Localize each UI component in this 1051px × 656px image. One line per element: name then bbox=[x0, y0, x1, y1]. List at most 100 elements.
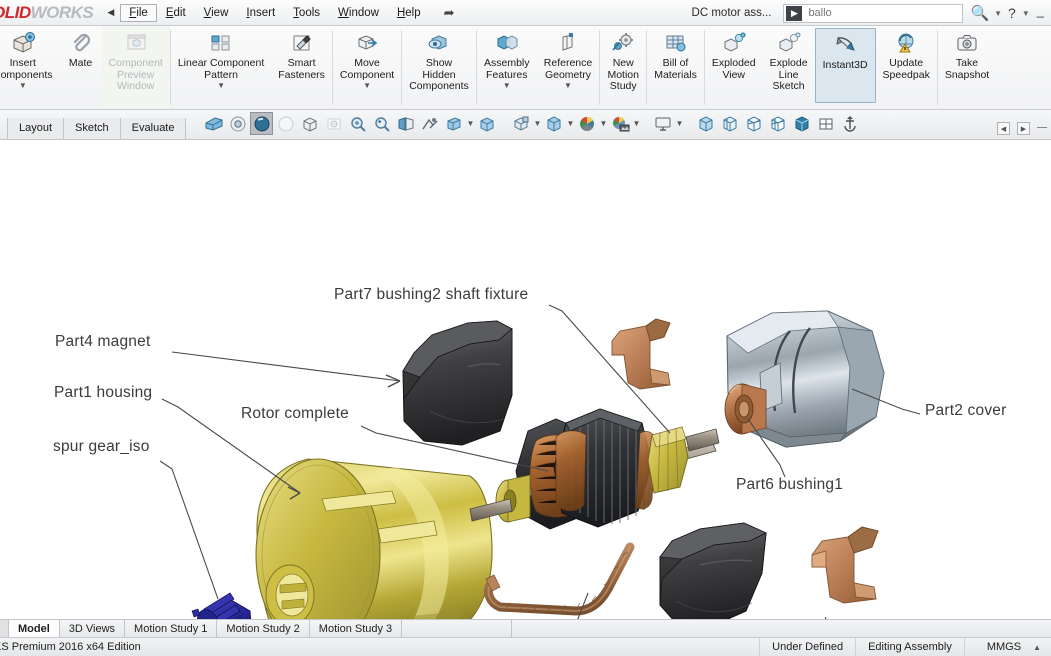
ribbon-button-assembly-features[interactable]: Assembly Features ▼ bbox=[477, 26, 537, 109]
bottom-tab-motion-study-2[interactable]: Motion Study 2 bbox=[217, 620, 310, 637]
rotate-view-icon[interactable] bbox=[370, 112, 393, 135]
edit-appearance-icon[interactable] bbox=[475, 112, 498, 135]
appearances-ball-icon[interactable] bbox=[575, 112, 598, 135]
mate-paperclip-icon bbox=[69, 30, 93, 56]
search-icon[interactable]: 🔍 bbox=[969, 4, 990, 22]
menu-item-view[interactable]: View bbox=[195, 4, 238, 22]
isometric-cube-icon[interactable] bbox=[790, 112, 813, 135]
ribbon-button-linear-component-pattern[interactable]: Linear Component Pattern ▼ bbox=[171, 26, 271, 109]
status-units[interactable]: MMGS bbox=[963, 638, 1027, 656]
linear-pattern-icon bbox=[207, 30, 235, 56]
viewport-two-h-icon[interactable] bbox=[718, 112, 741, 135]
annotation-rotor-complete[interactable]: Rotor complete bbox=[241, 405, 349, 423]
chevron-down-icon[interactable]: ▼ bbox=[675, 119, 684, 128]
ribbon-button-update-speedpak[interactable]: Update Speedpak bbox=[876, 26, 937, 109]
view-settings-icon[interactable] bbox=[418, 112, 441, 135]
tab-bar-grip[interactable] bbox=[0, 620, 9, 637]
ribbon-button-move-component[interactable]: Move Component ▼ bbox=[333, 26, 401, 109]
ribbon-label-bill-of-materials: Bill of Materials bbox=[654, 57, 697, 81]
view-toolbar: ▼ ▼ ▼ ▼ ▼ ▼ bbox=[202, 110, 861, 139]
chevron-down-icon[interactable]: ▼ bbox=[599, 119, 608, 128]
zoom-to-fit-icon[interactable] bbox=[202, 112, 225, 135]
scenes-ball-icon[interactable] bbox=[608, 112, 631, 135]
search-input[interactable] bbox=[806, 6, 963, 20]
minimize-icon[interactable]: _ bbox=[1034, 3, 1047, 23]
annotation-part2-cover[interactable]: Part2 cover bbox=[925, 402, 1006, 420]
previous-view-icon[interactable] bbox=[250, 112, 274, 135]
ribbon-label-show-hidden-components: Show Hidden Components bbox=[409, 57, 469, 92]
search-box[interactable]: ▶ bbox=[783, 3, 964, 23]
menu-item-help[interactable]: Help bbox=[388, 4, 430, 22]
display-state-icon[interactable] bbox=[542, 112, 565, 135]
annotation-part6-bushing1[interactable]: Part6 bushing1 bbox=[736, 476, 843, 494]
tab-layout[interactable]: Layout bbox=[7, 118, 65, 139]
monitor-icon[interactable] bbox=[651, 112, 674, 135]
menu-item-tools[interactable]: Tools bbox=[284, 4, 329, 22]
menu-item-file[interactable]: FFileile bbox=[120, 3, 157, 22]
part-part5-spacer-strap bbox=[483, 542, 635, 616]
annotation-part1-housing[interactable]: Part1 housing bbox=[54, 384, 152, 402]
viewport-two-v-icon[interactable] bbox=[742, 112, 765, 135]
hide-show-items-icon[interactable] bbox=[442, 112, 465, 135]
zoom-to-area-icon[interactable] bbox=[226, 112, 249, 135]
menu-item-insert[interactable]: Insert bbox=[237, 4, 284, 22]
ribbon-button-new-motion-study[interactable]: New Motion Study bbox=[600, 26, 646, 109]
graphics-viewport[interactable]: Part7 bushing2 shaft fixture Part4 magne… bbox=[0, 141, 1051, 619]
chevron-down-icon[interactable]: ▼ bbox=[19, 82, 27, 90]
chevron-down-icon[interactable]: ▼ bbox=[566, 119, 575, 128]
view-setting-cube-icon[interactable] bbox=[509, 112, 532, 135]
bottom-tab-motion-study-3[interactable]: Motion Study 3 bbox=[310, 620, 403, 637]
chevron-down-icon[interactable]: ▼ bbox=[990, 9, 1006, 18]
ribbon-label-insert-components: Insert Components bbox=[0, 57, 53, 81]
help-chevron-down-icon[interactable]: ▼ bbox=[1018, 9, 1034, 18]
menu-item-edit[interactable]: Edit bbox=[157, 4, 195, 22]
ribbon-button-take-snapshot[interactable]: Take Snapshot bbox=[938, 26, 996, 109]
panel-collapse-left-icon[interactable]: ◀ bbox=[997, 122, 1010, 135]
chevron-down-icon[interactable]: ▼ bbox=[217, 82, 225, 90]
bottom-tab-3d-views[interactable]: 3D Views bbox=[60, 620, 126, 637]
chevron-down-icon[interactable]: ▼ bbox=[564, 82, 572, 90]
ribbon-button-component-preview-window: Component Preview Window bbox=[101, 26, 170, 109]
annotation-spur-gear-iso[interactable]: spur gear_iso bbox=[53, 438, 150, 456]
ribbon-button-exploded-view[interactable]: Exploded View bbox=[705, 26, 763, 109]
help-question-icon[interactable]: ? bbox=[1006, 5, 1018, 21]
ribbon-button-show-hidden-components[interactable]: Show Hidden Components bbox=[402, 26, 476, 109]
ribbon-button-bill-of-materials[interactable]: Bill of Materials bbox=[647, 26, 704, 109]
assembly-features-icon bbox=[494, 30, 520, 56]
pin-icon[interactable]: ➦ bbox=[444, 5, 455, 21]
bottom-tab-motion-study-1[interactable]: Motion Study 1 bbox=[125, 620, 218, 637]
zoom-magnifier-icon[interactable] bbox=[346, 112, 369, 135]
ribbon-button-smart-fasteners[interactable]: Smart Fasteners bbox=[271, 26, 332, 109]
annotation-part7-bushing2-shaft-fixture[interactable]: Part7 bushing2 shaft fixture bbox=[334, 286, 528, 304]
viewport-single-icon[interactable] bbox=[694, 112, 717, 135]
chevron-down-icon[interactable]: ▼ bbox=[503, 82, 511, 90]
chevron-down-icon[interactable]: ▼ bbox=[533, 119, 542, 128]
reference-geometry-icon bbox=[556, 30, 580, 56]
bottom-tab-model[interactable]: Model bbox=[9, 620, 60, 637]
ribbon-button-instant3d[interactable]: Instant3D bbox=[814, 28, 876, 103]
ribbon-button-insert-components[interactable]: Insert Components ▼ bbox=[0, 26, 60, 109]
annotation-part4-magnet[interactable]: Part4 magnet bbox=[55, 333, 150, 351]
bottom-tab-empty bbox=[402, 620, 513, 637]
nav-back-icon[interactable]: ◀ bbox=[103, 3, 118, 23]
menu-item-window[interactable]: Window bbox=[329, 4, 388, 22]
chevron-up-icon[interactable]: ▲ bbox=[1027, 643, 1051, 652]
chevron-down-icon[interactable]: ▼ bbox=[632, 119, 641, 128]
minimize-dash-icon[interactable] bbox=[1037, 127, 1047, 128]
view-orientation-icon[interactable] bbox=[298, 112, 321, 135]
viewport-four-icon[interactable] bbox=[766, 112, 789, 135]
grid-view-icon[interactable] bbox=[814, 112, 837, 135]
smart-fasteners-icon bbox=[290, 30, 314, 56]
tab-evaluate[interactable]: Evaluate bbox=[120, 118, 187, 139]
ribbon-button-explode-line-sketch[interactable]: Explode Line Sketch bbox=[763, 26, 815, 109]
section-view-icon[interactable] bbox=[394, 112, 417, 135]
ribbon-button-mate[interactable]: Mate bbox=[60, 26, 102, 109]
anchor-icon[interactable] bbox=[838, 112, 861, 135]
display-style-icon[interactable] bbox=[322, 112, 345, 135]
panel-collapse-right-icon[interactable]: ▶ bbox=[1017, 122, 1030, 135]
chevron-down-icon[interactable]: ▼ bbox=[363, 82, 371, 90]
ribbon-button-reference-geometry[interactable]: Reference Geometry ▼ bbox=[537, 26, 599, 109]
chevron-down-icon[interactable]: ▼ bbox=[466, 119, 475, 128]
tab-sketch[interactable]: Sketch bbox=[64, 118, 121, 139]
section-sphere-icon[interactable] bbox=[274, 112, 297, 135]
